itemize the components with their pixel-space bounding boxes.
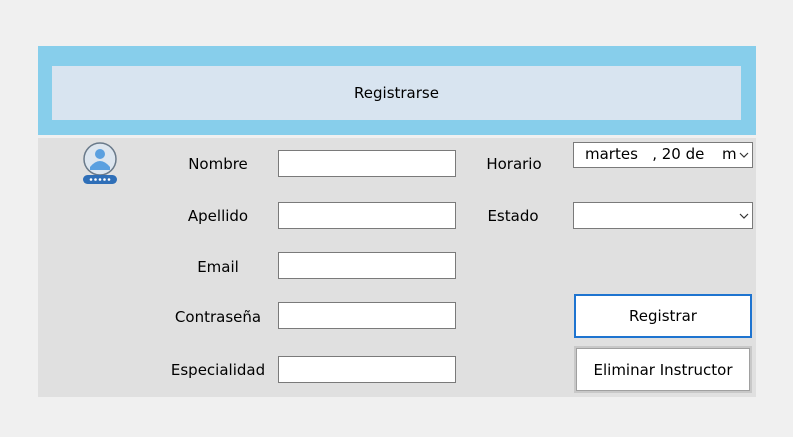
horario-date-picker[interactable]: martes , 20 de m (573, 142, 753, 168)
horario-value-tail: m (722, 145, 737, 163)
chevron-down-icon (739, 152, 749, 158)
especialidad-field[interactable] (278, 356, 456, 383)
chevron-down-icon (739, 213, 749, 219)
header-bar: Registrarse (38, 46, 756, 135)
registrar-button-label: Registrar (629, 307, 697, 325)
estado-select[interactable] (573, 202, 753, 229)
registration-form: Registrarse Nombre Apellido Email Contra… (38, 46, 756, 397)
registrar-button[interactable]: Registrar (574, 294, 752, 338)
user-id-card-icon (82, 141, 118, 187)
page-title-text: Registrarse (354, 84, 439, 102)
page-title: Registrarse (52, 66, 741, 120)
email-field[interactable] (278, 252, 456, 279)
header-divider (38, 135, 756, 138)
eliminar-instructor-button[interactable]: Eliminar Instructor (574, 346, 752, 393)
contrasena-field[interactable] (278, 302, 456, 329)
eliminar-instructor-button-label: Eliminar Instructor (593, 360, 733, 379)
horario-value: martes , 20 de (585, 145, 705, 163)
